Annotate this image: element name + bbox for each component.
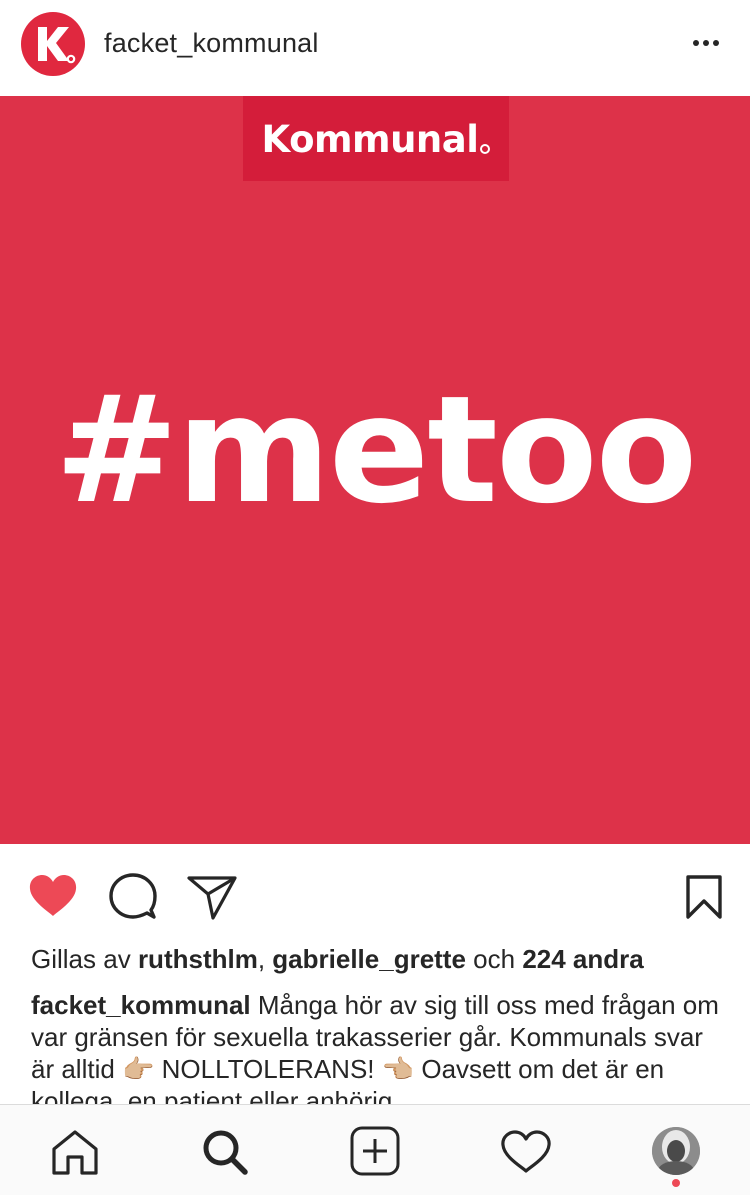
bookmark-icon[interactable] (684, 874, 724, 920)
share-paper-plane-icon[interactable] (186, 874, 238, 920)
profile-photo-icon (652, 1127, 700, 1175)
hashtag-text: #metoo (54, 364, 698, 536)
like-heart-icon[interactable] (27, 872, 79, 920)
post-image[interactable]: Kommunal #metoo (0, 96, 750, 844)
bottom-tab-bar (0, 1104, 750, 1195)
brand-banner: Kommunal (243, 96, 509, 181)
new-post-icon[interactable] (349, 1125, 401, 1177)
caption-username[interactable]: facket_kommunal (31, 990, 251, 1020)
brand-logo: Kommunal (243, 118, 509, 161)
post-username[interactable]: facket_kommunal (104, 28, 319, 59)
home-icon[interactable] (50, 1129, 100, 1177)
notification-dot (672, 1179, 680, 1187)
search-icon[interactable] (200, 1127, 250, 1177)
post-header: facket_kommunal (0, 0, 750, 96)
action-bar (0, 844, 750, 944)
more-options-icon[interactable] (686, 28, 726, 58)
liker-gabrielle-grette[interactable]: gabrielle_grette (272, 944, 466, 974)
activity-heart-icon[interactable] (500, 1129, 552, 1175)
liker-ruthsthlm[interactable]: ruthsthlm (138, 944, 258, 974)
post-caption: facket_kommunal Många hör av sig till os… (31, 989, 731, 1107)
likes-conjunction: och (473, 944, 516, 974)
likes-others-count[interactable]: 224 andra (522, 944, 643, 974)
comment-icon[interactable] (108, 872, 158, 920)
profile-avatar[interactable] (652, 1127, 700, 1175)
account-avatar[interactable] (21, 12, 85, 76)
likes-summary: Gillas av ruthsthlm, gabrielle_grette oc… (31, 944, 644, 974)
likes-prefix: Gillas av (31, 944, 131, 974)
kommunal-logo-icon (38, 27, 76, 64)
